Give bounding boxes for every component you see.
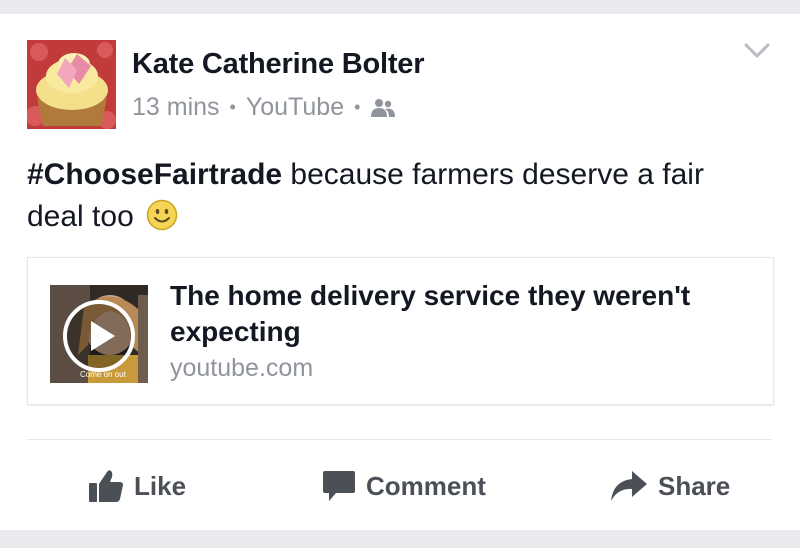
chevron-down-icon[interactable] [744, 42, 770, 60]
link-title[interactable]: The home delivery service they weren't e… [170, 278, 750, 350]
friends-icon[interactable] [370, 98, 396, 118]
post-source[interactable]: YouTube [246, 93, 344, 122]
video-thumbnail[interactable]: Come on out [50, 285, 148, 383]
post-message: #ChooseFairtrade because farmers deserve… [27, 154, 767, 238]
link-preview[interactable]: Come on out The home delivery service th… [27, 257, 774, 405]
share-icon [611, 471, 647, 501]
share-button[interactable]: Share [610, 469, 730, 503]
post-meta: 13 mins • YouTube • [132, 93, 396, 122]
meta-separator: • [354, 97, 361, 117]
author-name[interactable]: Kate Catherine Bolter [132, 48, 425, 81]
post-card: Kate Catherine Bolter 13 mins • YouTube … [0, 14, 800, 530]
divider [27, 439, 772, 440]
like-label: Like [134, 470, 187, 501]
hashtag-link[interactable]: #ChooseFairtrade [27, 158, 282, 191]
avatar[interactable] [27, 40, 116, 129]
post-time[interactable]: 13 mins [132, 93, 220, 122]
like-button[interactable]: Like [88, 469, 186, 503]
meta-separator: • [229, 97, 236, 117]
play-icon[interactable] [62, 299, 136, 373]
comment-button[interactable]: Comment [322, 469, 486, 503]
cupcake-image [27, 40, 116, 129]
link-domain: youtube.com [170, 354, 314, 382]
thumbs-up-icon [89, 470, 123, 502]
smiley-icon [146, 199, 178, 231]
comment-icon [323, 471, 355, 501]
comment-label: Comment [366, 470, 486, 501]
thumbnail-caption: Come on out [80, 370, 126, 379]
share-label: Share [658, 470, 731, 501]
